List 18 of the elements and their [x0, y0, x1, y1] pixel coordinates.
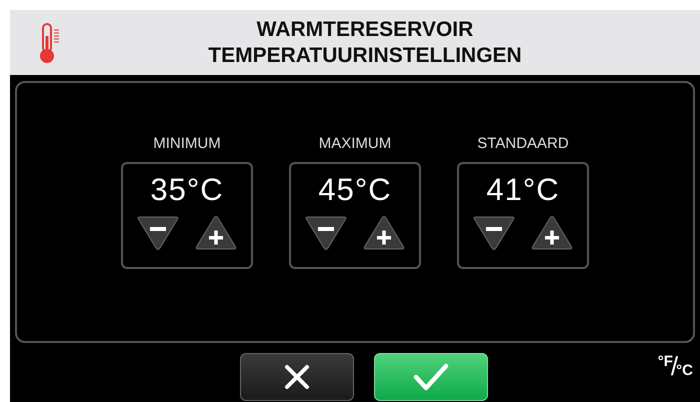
increase-button[interactable] [194, 214, 238, 252]
increase-button[interactable] [362, 214, 406, 252]
thermometer-icon [38, 22, 60, 64]
close-icon [284, 364, 310, 390]
setting-label: MINIMUM [153, 135, 221, 152]
increase-button[interactable] [530, 214, 574, 252]
temperature-value: 45°C [318, 172, 392, 208]
decrease-button[interactable] [304, 214, 348, 252]
temperature-value: 41°C [486, 172, 560, 208]
decrease-button[interactable] [472, 214, 516, 252]
confirm-button[interactable] [374, 352, 488, 400]
setting-label: MAXIMUM [318, 135, 392, 152]
temperature-value: 35°C [150, 172, 224, 208]
checkmark-icon [413, 362, 449, 390]
cancel-button[interactable] [240, 352, 354, 400]
screen-title: WARMTERESERVOIR TEMPERATUURINSTELLINGEN [207, 16, 523, 68]
setting-label: STANDAARD [477, 135, 569, 152]
decrease-button[interactable] [136, 214, 180, 252]
